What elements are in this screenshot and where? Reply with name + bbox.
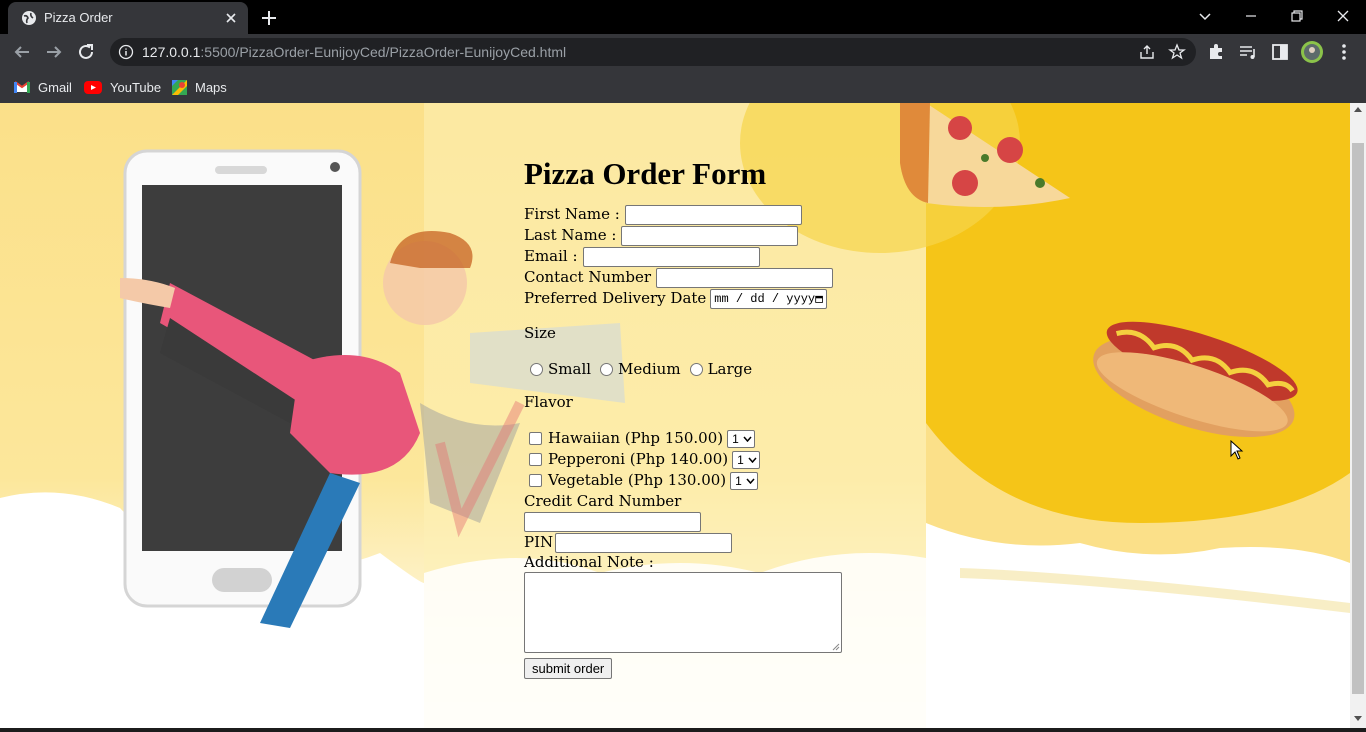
first-name-label: First Name : [524, 205, 620, 223]
first-name-row: First Name : [524, 204, 864, 225]
email-row: Email : [524, 246, 864, 267]
vegetable-qty-select[interactable]: 1 [730, 471, 758, 490]
mouse-cursor-icon [1230, 440, 1244, 460]
taskbar-edge [0, 728, 1366, 732]
delivery-date-row: Preferred Delivery Date mm / dd / yyyy [524, 288, 864, 309]
site-info-icon[interactable] [118, 44, 134, 60]
extensions-icon[interactable] [1204, 40, 1228, 64]
credit-card-label: Credit Card Number [524, 491, 682, 510]
delivery-date-label: Preferred Delivery Date [524, 289, 707, 307]
share-icon[interactable] [1138, 43, 1156, 61]
pin-input[interactable] [555, 532, 733, 553]
note-label: Additional Note : [524, 553, 654, 571]
email-label: Email : [524, 247, 578, 265]
scroll-up-icon[interactable] [1354, 107, 1362, 112]
pepperoni-qty-select[interactable]: 1 [732, 450, 760, 469]
qty-value: 1 [735, 473, 742, 488]
flavor-vegetable-checkbox[interactable] [529, 474, 542, 487]
close-tab-icon[interactable] [222, 9, 240, 27]
calendar-icon[interactable] [815, 293, 824, 305]
bookmark-star-icon[interactable] [1168, 43, 1186, 61]
tab-title: Pizza Order [44, 10, 113, 25]
profile-avatar-icon[interactable] [1300, 40, 1324, 64]
url-text: 127.0.0.1:5500/PizzaOrder-EunijoyCed/Piz… [142, 44, 567, 60]
address-bar[interactable]: 127.0.0.1:5500/PizzaOrder-EunijoyCed/Piz… [110, 38, 1196, 66]
chevron-down-icon [746, 478, 755, 484]
pin-label: PIN [524, 533, 554, 551]
forward-icon[interactable] [42, 40, 66, 64]
bookmark-gmail[interactable]: Gmail [14, 76, 72, 98]
restore-icon[interactable] [1286, 5, 1308, 27]
pizza-order-form: Pizza Order Form First Name : Last Name … [524, 150, 864, 679]
back-icon[interactable] [10, 40, 34, 64]
chevron-down-icon [748, 457, 757, 463]
flavor-vegetable-label: Vegetable (Php 130.00) [548, 471, 727, 489]
flavor-label: Flavor [524, 393, 573, 411]
credit-card-input[interactable] [524, 511, 701, 532]
date-placeholder: mm / dd / yyyy [714, 291, 816, 306]
contact-row: Contact Number [524, 267, 864, 288]
gmail-icon [14, 81, 30, 93]
size-label: Size [524, 324, 556, 342]
tab-pizza-order[interactable]: Pizza Order [8, 2, 248, 34]
tab-search-icon[interactable] [1194, 5, 1216, 27]
flavor-vegetable-row: Vegetable (Php 130.00) 1 [524, 470, 864, 491]
chevron-down-icon [743, 436, 752, 442]
contact-number-label: Contact Number [524, 268, 651, 286]
close-window-icon[interactable] [1332, 5, 1354, 27]
bookmark-maps[interactable]: Maps [172, 76, 227, 98]
size-small-label: Small [548, 359, 592, 378]
contact-number-input[interactable] [656, 267, 833, 288]
flavor-hawaiian-label: Hawaiian (Php 150.00) [548, 429, 724, 447]
bookmark-label: YouTube [110, 79, 162, 95]
media-controls-icon[interactable] [1236, 40, 1260, 64]
size-small-radio[interactable] [530, 362, 543, 376]
new-tab-icon[interactable] [258, 7, 280, 29]
credit-card-row [524, 511, 864, 532]
size-medium-radio[interactable] [600, 362, 614, 376]
delivery-date-input[interactable]: mm / dd / yyyy [710, 288, 828, 309]
page-scrollbar[interactable] [1350, 103, 1366, 728]
qty-value: 1 [732, 431, 739, 446]
flavor-pepperoni-checkbox[interactable] [529, 453, 542, 466]
last-name-row: Last Name : [524, 225, 864, 246]
pin-row: PIN [524, 532, 864, 553]
email-input[interactable] [582, 246, 760, 267]
flavor-pepperoni-label: Pepperoni (Php 140.00) [548, 450, 729, 468]
scroll-down-icon[interactable] [1354, 716, 1362, 721]
side-panel-icon[interactable] [1268, 40, 1292, 64]
flavor-hawaiian-checkbox[interactable] [529, 432, 542, 445]
tab-strip: Pizza Order [0, 0, 1366, 34]
submit-order-button[interactable]: submit order [524, 658, 613, 679]
flavor-hawaiian-row: Hawaiian (Php 150.00) 1 [524, 428, 864, 449]
qty-value: 1 [737, 452, 744, 467]
bookmark-label: Maps [195, 79, 227, 95]
flavor-pepperoni-row: Pepperoni (Php 140.00) 1 [524, 449, 864, 470]
size-large-radio[interactable] [689, 362, 703, 376]
maps-icon [172, 79, 187, 95]
minimize-icon[interactable] [1240, 5, 1262, 27]
size-radio-group: Small Medium Large [524, 358, 864, 380]
bookmark-label: Gmail [38, 79, 72, 95]
additional-note-textarea[interactable] [524, 572, 842, 653]
browser-toolbar: 127.0.0.1:5500/PizzaOrder-EunijoyCed/Piz… [0, 34, 1366, 70]
last-name-input[interactable] [621, 225, 799, 246]
last-name-label: Last Name : [524, 226, 617, 244]
globe-icon [22, 11, 36, 25]
size-large-label: Large [707, 359, 753, 378]
menu-kebab-icon[interactable] [1332, 40, 1356, 64]
bookmark-youtube[interactable]: YouTube [84, 76, 161, 98]
first-name-input[interactable] [624, 204, 802, 225]
page-title: Pizza Order Form [524, 156, 767, 191]
bookmarks-bar: Gmail YouTube Maps [0, 70, 1366, 103]
hawaiian-qty-select[interactable]: 1 [727, 429, 755, 448]
scrollbar-thumb[interactable] [1352, 143, 1364, 694]
youtube-icon [84, 80, 102, 94]
size-medium-label: Medium [618, 359, 681, 378]
reload-icon[interactable] [74, 40, 98, 64]
resize-handle-icon[interactable] [832, 643, 840, 651]
